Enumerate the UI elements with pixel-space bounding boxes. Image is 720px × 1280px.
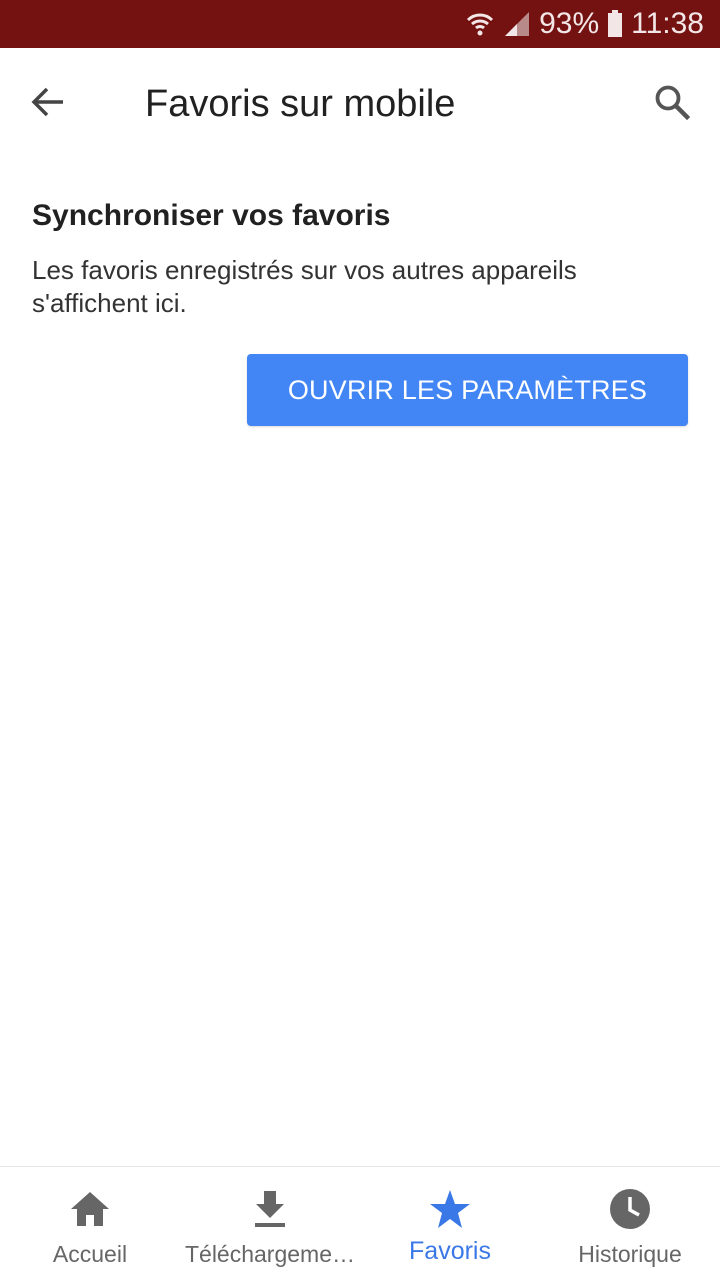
app-bar: Favoris sur mobile	[0, 48, 720, 160]
sync-heading: Synchroniser vos favoris	[32, 199, 391, 232]
search-icon	[653, 83, 691, 126]
nav-label-telechargements: Téléchargeme…	[184, 1241, 356, 1267]
download-icon	[252, 1187, 288, 1231]
battery-icon	[607, 10, 623, 38]
signal-icon	[503, 10, 531, 38]
nav-item-accueil[interactable]: Accueil	[0, 1167, 180, 1280]
status-right: 93% 11:38	[465, 0, 704, 48]
home-icon	[69, 1187, 111, 1231]
nav-item-favoris[interactable]: Favoris	[360, 1167, 540, 1280]
nav-label-historique: Historique	[578, 1241, 682, 1267]
back-button[interactable]	[16, 72, 80, 136]
nav-item-historique[interactable]: Historique	[540, 1167, 720, 1280]
star-icon	[429, 1187, 471, 1231]
bottom-nav: Accueil Téléchargeme… Favoris Historique	[0, 1166, 720, 1280]
battery-percent: 93%	[539, 7, 600, 40]
page-title: Favoris sur mobile	[145, 83, 456, 125]
screen: 93% 11:38 Favoris sur mobile Synchronise…	[0, 0, 720, 1280]
status-time: 11:38	[631, 7, 704, 40]
arrow-back-icon	[30, 84, 66, 125]
nav-label-accueil: Accueil	[52, 1241, 128, 1267]
open-settings-button[interactable]: OUVRIR LES PARAMÈTRES	[247, 354, 688, 426]
status-bar: 93% 11:38	[0, 0, 720, 48]
nav-label-favoris: Favoris	[409, 1237, 491, 1265]
clock-icon	[609, 1187, 651, 1231]
nav-item-telechargements[interactable]: Téléchargeme…	[180, 1167, 360, 1280]
search-button[interactable]	[640, 72, 704, 136]
wifi-icon	[465, 9, 495, 39]
sync-description: Les favoris enregistrés sur vos autres a…	[32, 255, 577, 318]
